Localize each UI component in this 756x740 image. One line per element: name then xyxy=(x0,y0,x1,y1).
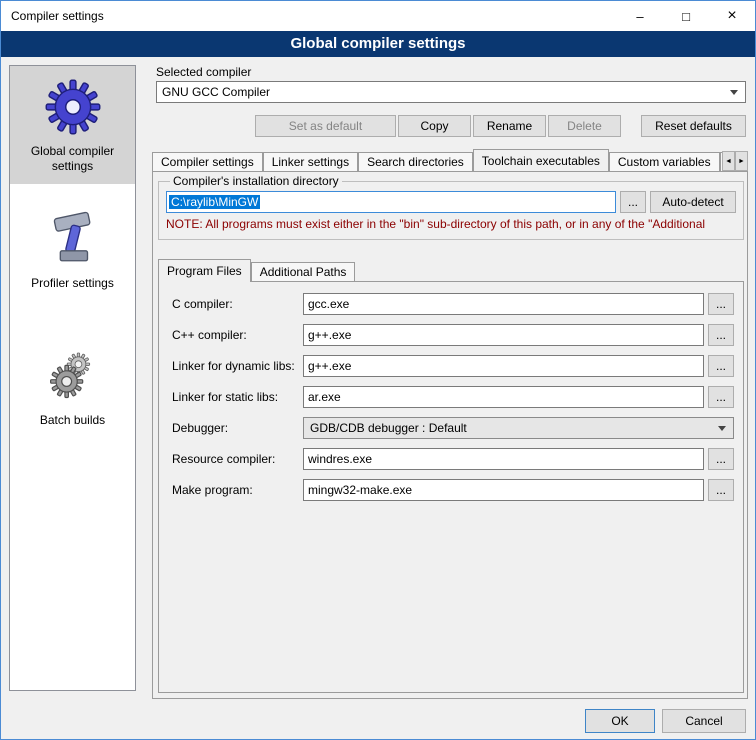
debugger-select[interactable]: GDB/CDB debugger : Default xyxy=(303,417,734,439)
delete-button: Delete xyxy=(548,115,621,137)
set-as-default-button: Set as default xyxy=(255,115,396,137)
dynamic-linker-input[interactable] xyxy=(303,355,704,377)
tab-compiler-settings[interactable]: Compiler settings xyxy=(152,152,263,171)
cancel-button[interactable]: Cancel xyxy=(662,709,746,733)
copy-button[interactable]: Copy xyxy=(398,115,471,137)
install-dir-group-label: Compiler's installation directory xyxy=(170,174,342,188)
titlebar: Compiler settings – □ × xyxy=(1,1,755,31)
tab-additional-paths[interactable]: Additional Paths xyxy=(251,262,356,281)
make-program-input[interactable] xyxy=(303,479,704,501)
resource-compiler-input[interactable] xyxy=(303,448,704,470)
static-linker-input[interactable] xyxy=(303,386,704,408)
make-program-browse-button[interactable]: ... xyxy=(708,479,734,501)
tab-search-directories[interactable]: Search directories xyxy=(358,152,473,171)
static-linker-browse-button[interactable]: ... xyxy=(708,386,734,408)
install-dir-browse-button[interactable]: ... xyxy=(620,191,646,213)
tab-custom-variables[interactable]: Custom variables xyxy=(609,152,720,171)
minimize-button[interactable]: – xyxy=(617,1,663,31)
tab-scroll-left-button[interactable]: ◄ xyxy=(722,151,735,171)
program-files-panel: C compiler: ... C++ compiler: ... Linker… xyxy=(158,281,744,693)
sidebar-item-label: Batch builds xyxy=(40,413,105,428)
make-program-label: Make program: xyxy=(172,479,253,501)
cpp-compiler-input[interactable] xyxy=(303,324,704,346)
resource-compiler-label: Resource compiler: xyxy=(172,448,275,470)
close-icon: × xyxy=(727,7,736,25)
main-panel: Selected compiler GNU GCC Compiler Set a… xyxy=(152,65,748,715)
gear-icon xyxy=(44,78,102,136)
toolchain-tab-panel: Compiler's installation directory C:\ray… xyxy=(152,171,748,699)
profiler-tool-icon xyxy=(44,210,102,268)
compiler-tab-bar: Compiler settings Linker settings Search… xyxy=(152,149,722,171)
c-compiler-input[interactable] xyxy=(303,293,704,315)
page-title: Global compiler settings xyxy=(1,31,755,57)
install-dir-value: C:\raylib\MinGW xyxy=(169,195,260,209)
cpp-compiler-browse-button[interactable]: ... xyxy=(708,324,734,346)
sidebar-item-label: Global compiler settings xyxy=(12,144,133,174)
compiler-settings-window: Compiler settings – □ × Global compiler … xyxy=(0,0,756,740)
window-title: Compiler settings xyxy=(1,9,104,23)
tab-toolchain-executables[interactable]: Toolchain executables xyxy=(473,149,609,171)
field-row: C compiler: ... xyxy=(159,293,743,315)
rename-button[interactable]: Rename xyxy=(473,115,546,137)
chevron-down-icon xyxy=(730,90,738,95)
dynamic-linker-browse-button[interactable]: ... xyxy=(708,355,734,377)
field-row: C++ compiler: ... xyxy=(159,324,743,346)
inner-tab-bar: Program Files Additional Paths xyxy=(158,259,355,281)
ok-button[interactable]: OK xyxy=(585,709,655,733)
dialog-footer: OK Cancel xyxy=(585,709,746,733)
c-compiler-browse-button[interactable]: ... xyxy=(708,293,734,315)
install-dir-input[interactable]: C:\raylib\MinGW xyxy=(166,191,616,213)
selected-compiler-label: Selected compiler xyxy=(156,65,251,79)
install-dir-note: NOTE: All programs must exist either in … xyxy=(166,217,736,231)
chevron-down-icon xyxy=(718,426,726,431)
install-dir-row: C:\raylib\MinGW ... Auto-detect xyxy=(166,191,736,213)
field-row: Resource compiler: ... xyxy=(159,448,743,470)
close-button[interactable]: × xyxy=(709,1,755,31)
maximize-icon: □ xyxy=(682,9,690,24)
selected-compiler-value: GNU GCC Compiler xyxy=(162,85,270,99)
sidebar-item-label: Profiler settings xyxy=(31,276,114,291)
tab-scroll-buttons: ◄ ► xyxy=(722,151,748,171)
tab-program-files[interactable]: Program Files xyxy=(158,259,251,282)
sidebar-item-global-compiler-settings[interactable]: Global compiler settings xyxy=(10,66,135,184)
tab-scroll-right-button[interactable]: ► xyxy=(735,151,748,171)
reset-defaults-button[interactable]: Reset defaults xyxy=(641,115,746,137)
sidebar-item-profiler-settings[interactable]: Profiler settings xyxy=(10,198,135,301)
selected-compiler-dropdown[interactable]: GNU GCC Compiler xyxy=(156,81,746,103)
resource-compiler-browse-button[interactable]: ... xyxy=(708,448,734,470)
tab-linker-settings[interactable]: Linker settings xyxy=(263,152,358,171)
cpp-compiler-label: C++ compiler: xyxy=(172,324,247,346)
window-controls: – □ × xyxy=(617,1,755,31)
sidebar: Global compiler settings Profiler settin… xyxy=(9,65,136,691)
dynamic-linker-label: Linker for dynamic libs: xyxy=(172,355,295,377)
field-row: Linker for static libs: ... xyxy=(159,386,743,408)
debugger-select-value: GDB/CDB debugger : Default xyxy=(310,421,467,435)
c-compiler-label: C compiler: xyxy=(172,293,233,315)
debugger-label: Debugger: xyxy=(172,417,228,439)
install-dir-group: Compiler's installation directory C:\ray… xyxy=(158,174,744,240)
static-linker-label: Linker for static libs: xyxy=(172,386,278,408)
field-row: Make program: ... xyxy=(159,479,743,501)
sidebar-item-batch-builds[interactable]: Batch builds xyxy=(10,335,135,438)
maximize-button[interactable]: □ xyxy=(663,1,709,31)
minimize-icon: – xyxy=(636,9,643,24)
gray-gears-icon xyxy=(44,347,102,405)
field-row: Debugger: GDB/CDB debugger : Default xyxy=(159,417,743,439)
field-row: Linker for dynamic libs: ... xyxy=(159,355,743,377)
dialog-body: Global compiler settings Profiler settin… xyxy=(1,57,755,739)
auto-detect-button[interactable]: Auto-detect xyxy=(650,191,736,213)
